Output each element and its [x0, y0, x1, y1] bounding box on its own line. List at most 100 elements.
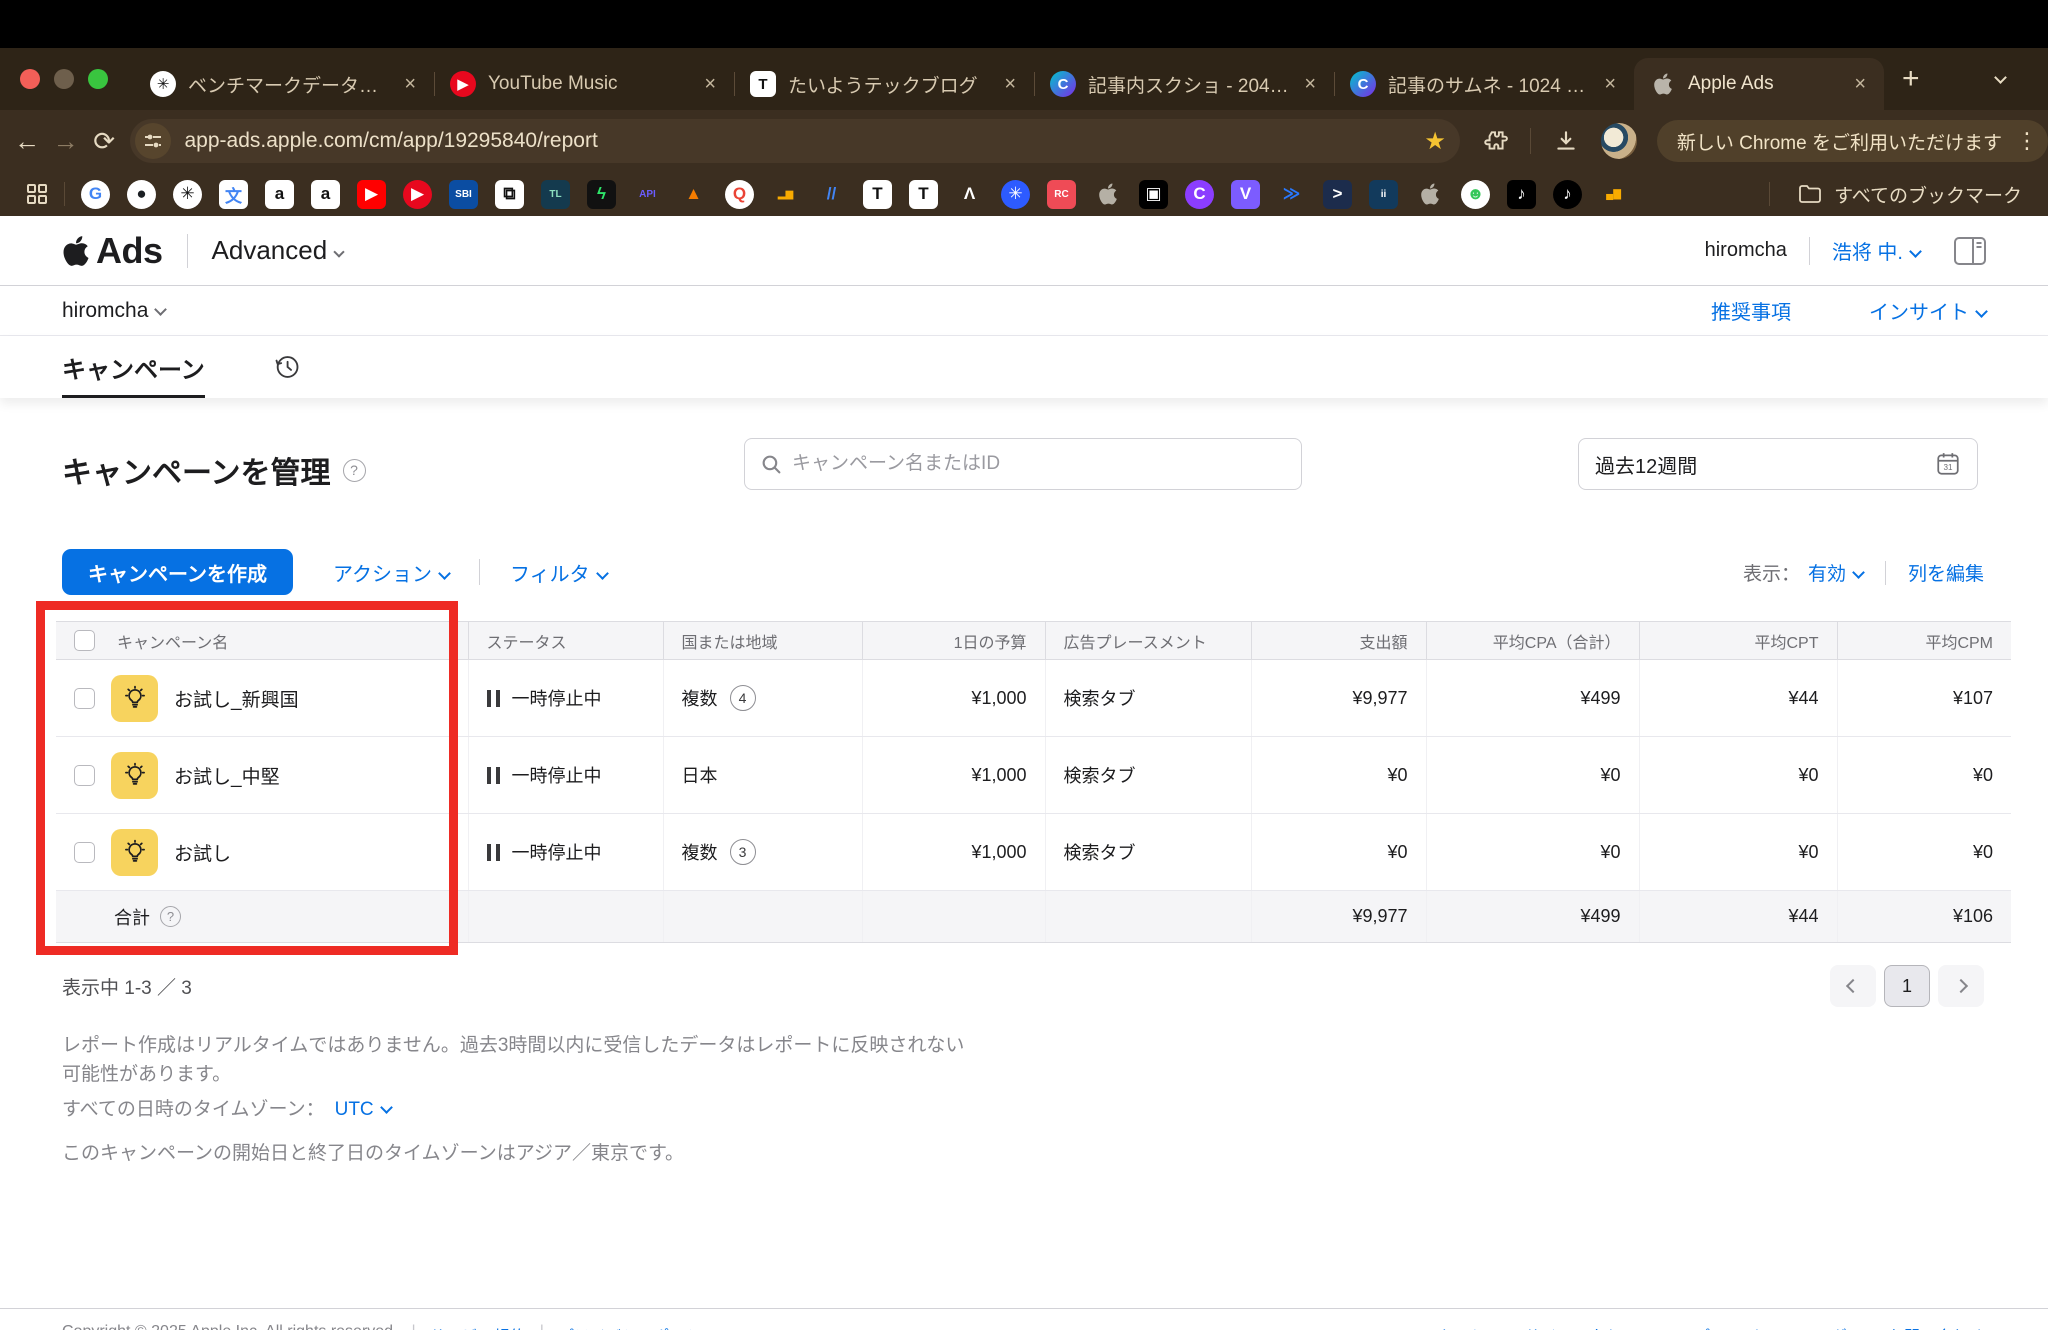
search-input[interactable]: [792, 453, 1285, 475]
org-selector[interactable]: hiromcha: [62, 299, 165, 323]
total-help-icon[interactable]: ?: [160, 906, 181, 927]
tab-apple-ads-active[interactable]: Apple Ads ×: [1634, 58, 1884, 110]
frame-icon[interactable]: ▣: [1139, 180, 1168, 209]
close-tab-icon[interactable]: ×: [1852, 73, 1868, 96]
google-icon[interactable]: G: [81, 180, 110, 209]
prev-page-button[interactable]: [1830, 965, 1876, 1007]
tab-canva-thumbnail[interactable]: C 記事のサムネ - 1024 × 500 ×: [1334, 58, 1634, 110]
close-tab-icon[interactable]: ×: [402, 73, 418, 96]
recommendations-link[interactable]: 推奨事項: [1711, 296, 1791, 325]
col-avg-cpm[interactable]: 平均CPM: [1837, 622, 2011, 660]
reload-button[interactable]: ⟳: [85, 126, 124, 157]
col-daily-budget[interactable]: 1日の予算: [862, 622, 1045, 660]
apple-icon[interactable]: [1093, 180, 1122, 209]
help-icon[interactable]: ?: [343, 459, 366, 482]
tab-canva-screenshot[interactable]: C 記事内スクショ - 2048 × 13 ×: [1034, 58, 1334, 110]
edit-columns-link[interactable]: 列を編集: [1908, 559, 1984, 586]
url-text[interactable]: app-ads.apple.com/cm/app/19295840/report: [185, 129, 1425, 153]
extensions-icon[interactable]: [1482, 128, 1508, 154]
t-site-2-icon[interactable]: T: [909, 180, 938, 209]
campaign-name-link[interactable]: お試し: [174, 839, 231, 866]
bookmark-star-icon[interactable]: ★: [1424, 127, 1446, 156]
apple-2-icon[interactable]: [1415, 180, 1444, 209]
tab-taiyou-blog[interactable]: T たいようテックブログ ×: [734, 58, 1034, 110]
green-face-icon[interactable]: ☻: [1461, 180, 1490, 209]
api-icon[interactable]: API: [633, 180, 662, 209]
downloads-icon[interactable]: [1553, 128, 1579, 154]
techlab-icon[interactable]: TL: [541, 180, 570, 209]
close-tab-icon[interactable]: ×: [1002, 73, 1018, 96]
forward-button[interactable]: →: [46, 126, 85, 157]
insights-link[interactable]: インサイト: [1869, 296, 1986, 325]
close-tab-icon[interactable]: ×: [1602, 73, 1618, 96]
google-q-icon[interactable]: Q: [725, 180, 754, 209]
arrow-navy-icon[interactable]: >: [1323, 180, 1352, 209]
lambda-icon[interactable]: Λ: [955, 180, 984, 209]
minimize-window-button[interactable]: [54, 69, 74, 89]
youtube-icon[interactable]: ▶: [357, 180, 386, 209]
next-page-button[interactable]: [1938, 965, 1984, 1007]
tab-campaigns[interactable]: キャンペーン: [62, 336, 205, 398]
create-campaign-button[interactable]: キャンペーンを作成: [62, 549, 293, 595]
notes-icon[interactable]: ⧉: [495, 180, 524, 209]
row-checkbox[interactable]: [74, 842, 95, 863]
t-site-icon[interactable]: T: [863, 180, 892, 209]
analytics-bars-icon[interactable]: ▂▆: [771, 180, 800, 209]
zoom-window-button[interactable]: [88, 69, 108, 89]
col-campaign-name[interactable]: キャンペーン名: [117, 629, 228, 653]
select-all-checkbox[interactable]: [74, 630, 95, 651]
close-window-button[interactable]: [20, 69, 40, 89]
site-settings-icon[interactable]: [135, 123, 171, 159]
campaign-name-link[interactable]: お試し_新興国: [174, 685, 299, 712]
rc-icon[interactable]: RC: [1047, 180, 1076, 209]
campaign-search[interactable]: [744, 438, 1302, 490]
tiktok-icon[interactable]: ♪: [1507, 180, 1536, 209]
arrow-blue-icon[interactable]: ≫: [1277, 180, 1306, 209]
col-spend[interactable]: 支出額: [1251, 622, 1426, 660]
campaign-name-link[interactable]: お試し_中堅: [174, 762, 280, 789]
ga-icon[interactable]: ▄▇: [1599, 180, 1628, 209]
profile-avatar[interactable]: [1601, 123, 1637, 159]
current-page[interactable]: 1: [1884, 965, 1930, 1007]
row-checkbox[interactable]: [74, 765, 95, 786]
github-icon[interactable]: ●: [127, 180, 156, 209]
vexd-icon[interactable]: V: [1231, 180, 1260, 209]
sidebar-toggle-icon[interactable]: [1954, 237, 1986, 265]
table-row[interactable]: お試し_中堅 一時停止中 日本 ¥1,000 検索タブ ¥0 ¥0 ¥0 ¥0: [56, 737, 2011, 814]
google-ads-icon[interactable]: //: [817, 180, 846, 209]
table-row[interactable]: お試し 一時停止中 複数3 ¥1,000 検索タブ ¥0 ¥0 ¥0 ¥0: [56, 814, 2011, 891]
timezone-dropdown[interactable]: UTC: [335, 1095, 391, 1124]
google-translate-icon[interactable]: 文: [219, 180, 248, 209]
youtube-music-icon[interactable]: ▶: [403, 180, 432, 209]
lightning-icon[interactable]: ϟ: [587, 180, 616, 209]
close-tab-icon[interactable]: ×: [702, 73, 718, 96]
tab-youtube-music[interactable]: ▶ YouTube Music ×: [434, 58, 734, 110]
chrome-update-button[interactable]: 新しい Chrome をご利用いただけます ⋮: [1657, 120, 2048, 162]
privacy-link[interactable]: プライバシーポリシー: [558, 1323, 718, 1330]
amazon-icon[interactable]: a: [265, 180, 294, 209]
all-bookmarks[interactable]: すべてのブックマーク: [1753, 181, 2022, 208]
sbi-icon[interactable]: SBI: [449, 180, 478, 209]
actions-dropdown[interactable]: アクション: [333, 558, 449, 587]
amazon-2-icon[interactable]: a: [311, 180, 340, 209]
col-avg-cpt[interactable]: 平均CPT: [1639, 622, 1837, 660]
tab-benchmark[interactable]: ✳ ベンチマークデータ機能 ×: [134, 58, 434, 110]
canva-icon[interactable]: C: [1185, 180, 1214, 209]
tiktok-2-icon[interactable]: ♪: [1553, 180, 1582, 209]
openai-blue-icon[interactable]: ✳: [1001, 180, 1030, 209]
table-row[interactable]: お試し_新興国 一時停止中 複数4 ¥1,000 検索タブ ¥9,977 ¥49…: [56, 660, 2011, 737]
col-region[interactable]: 国または地域: [663, 622, 862, 660]
new-tab-button[interactable]: +: [1902, 64, 1920, 94]
col-avg-cpa[interactable]: 平均CPA（合計）: [1426, 622, 1639, 660]
history-icon[interactable]: [273, 353, 301, 381]
window-controls[interactable]: [20, 69, 108, 89]
apple-ads-logo[interactable]: Ads: [62, 230, 163, 272]
back-button[interactable]: ←: [8, 126, 47, 157]
close-tab-icon[interactable]: ×: [1302, 73, 1318, 96]
filter-dropdown[interactable]: フィルタ: [510, 558, 607, 587]
date-range-picker[interactable]: 過去12週間 31: [1578, 438, 1978, 490]
tab-search-chevron-icon[interactable]: [1978, 61, 2022, 97]
flame-icon[interactable]: ▲: [679, 180, 708, 209]
col-status[interactable]: ステータス: [468, 622, 663, 660]
apps-grid-icon[interactable]: [26, 183, 48, 205]
